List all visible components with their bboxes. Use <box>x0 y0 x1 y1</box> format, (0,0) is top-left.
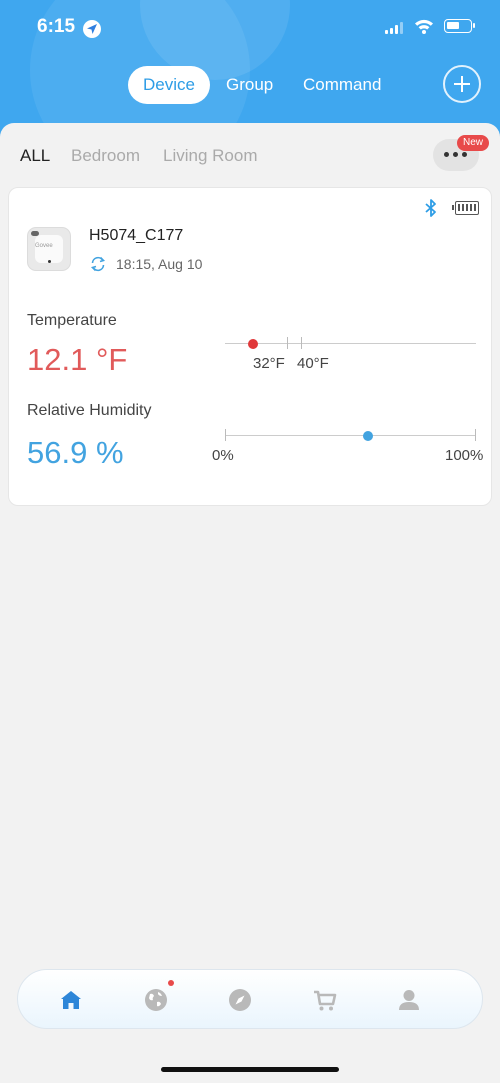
tab-command[interactable]: Command <box>303 66 381 104</box>
device-brand-label: Govee <box>35 243 53 249</box>
new-badge: New <box>457 135 490 151</box>
tab-device[interactable]: Device <box>128 66 210 104</box>
device-name: H5074_C177 <box>89 227 184 244</box>
humidity-scale-high: 100% <box>445 447 484 464</box>
temperature-label: Temperature <box>27 312 117 329</box>
status-time: 6:15 <box>37 16 76 37</box>
globe-icon[interactable] <box>143 987 169 1013</box>
cellular-signal-icon <box>385 22 403 34</box>
humidity-scale-low: 0% <box>212 447 234 464</box>
temperature-marker <box>248 339 258 349</box>
last-sync-time: 18:15, Aug 10 <box>116 256 203 272</box>
device-thumbnail: Govee <box>27 227 71 271</box>
humidity-scale-tick <box>225 429 226 441</box>
humidity-label: Relative Humidity <box>27 402 152 419</box>
temperature-scale-track <box>225 343 476 344</box>
more-dots-icon <box>444 152 468 158</box>
temperature-scale-tick <box>301 337 302 349</box>
room-filter-living-room[interactable]: Living Room <box>163 146 258 166</box>
status-bar: 6:15 <box>0 0 500 56</box>
home-indicator <box>161 1067 339 1072</box>
compass-icon[interactable] <box>227 987 253 1013</box>
room-filter-bedroom[interactable]: Bedroom <box>71 146 140 166</box>
temperature-value: 12.1 °F <box>27 342 128 377</box>
humidity-value: 56.9 % <box>27 435 124 470</box>
humidity-scale-tick <box>475 429 476 441</box>
add-device-button[interactable] <box>443 65 481 103</box>
sync-icon <box>90 256 106 272</box>
humidity-scale-track <box>225 435 476 436</box>
room-filter-all[interactable]: ALL <box>20 146 50 166</box>
cart-icon[interactable] <box>312 987 338 1013</box>
wifi-icon <box>415 19 433 34</box>
home-icon[interactable] <box>58 987 84 1013</box>
profile-icon[interactable] <box>396 987 422 1013</box>
tab-group[interactable]: Group <box>226 66 273 104</box>
notification-dot <box>168 980 174 986</box>
device-battery-icon <box>452 201 479 215</box>
temperature-scale-high: 40°F <box>297 355 329 372</box>
location-arrow-icon <box>83 20 101 38</box>
temperature-scale-tick <box>287 337 288 349</box>
bluetooth-icon <box>425 199 436 217</box>
battery-icon <box>444 19 475 33</box>
humidity-marker <box>362 431 373 441</box>
temperature-scale-low: 32°F <box>253 355 285 372</box>
